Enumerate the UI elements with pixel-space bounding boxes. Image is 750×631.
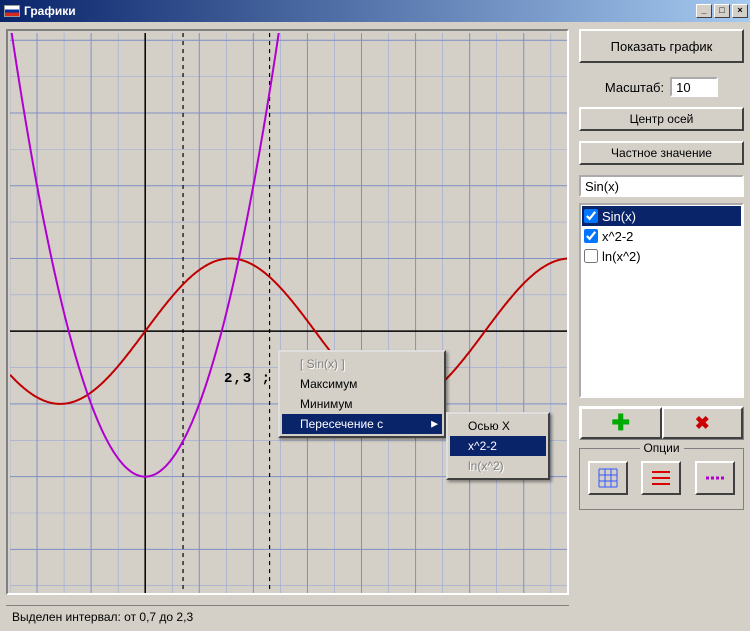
submenu-arrow-icon: ▶ [431,419,438,430]
list-checkbox[interactable] [584,209,598,223]
flag-icon [4,5,20,17]
grid-icon [597,467,619,489]
plus-icon: ✚ [612,410,630,436]
side-panel: Показать график Масштаб: Центр осей Част… [579,29,744,510]
menu-item[interactable]: Пересечение с▶ [282,414,442,434]
list-item-label: ln(x^2) [602,249,641,264]
formula-input[interactable]: Sin(x) [579,175,744,197]
menu-item[interactable]: Максимум [282,374,442,394]
list-toolbar: ✚ ✖ [579,406,744,440]
lines-option-button[interactable] [641,461,681,495]
list-item[interactable]: Sin(x) [582,206,741,226]
scale-row: Масштаб: [579,77,744,97]
list-item[interactable]: ln(x^2) [582,246,741,266]
context-submenu[interactable]: Осью Xx^2-2ln(x^2) [446,412,550,480]
titlebar: Графики _ □ × [0,0,750,22]
options-fieldset: Опции [579,448,744,510]
dashed-option-button[interactable] [695,461,735,495]
show-graph-button[interactable]: Показать график [579,29,744,63]
cross-icon: ✖ [695,413,710,434]
list-checkbox[interactable] [584,249,598,263]
menu-item[interactable]: Осью X [450,416,546,436]
coord-label: 2,3 ; [224,371,271,387]
lines-icon [650,467,672,489]
plot-frame: 2,3 ; [6,29,569,595]
scale-input[interactable] [670,77,718,97]
statusbar: Выделен интервал: от 0,7 до 2,3 [6,605,569,627]
context-menu[interactable]: [ Sin(x) ]МаксимумМинимумПересечение с▶ [278,350,446,438]
point-value-button[interactable]: Частное значение [579,141,744,165]
minimize-button[interactable]: _ [696,4,712,18]
menu-item: ln(x^2) [450,456,546,476]
options-legend: Опции [639,441,683,455]
plot-canvas[interactable]: 2,3 ; [10,33,567,593]
grid-option-button[interactable] [588,461,628,495]
center-axes-button[interactable]: Центр осей [579,107,744,131]
list-item-label: Sin(x) [602,209,636,224]
delete-button[interactable]: ✖ [662,407,744,439]
menu-item: [ Sin(x) ] [282,354,442,374]
list-item-label: x^2-2 [602,229,633,244]
menu-item[interactable]: x^2-2 [450,436,546,456]
scale-label: Масштаб: [605,80,664,95]
list-item[interactable]: x^2-2 [582,226,741,246]
add-button[interactable]: ✚ [580,407,662,439]
function-listbox[interactable]: Sin(x) x^2-2 ln(x^2) [579,203,744,398]
menu-item[interactable]: Минимум [282,394,442,414]
window-title: Графики [24,4,696,18]
close-button[interactable]: × [732,4,748,18]
status-text: Выделен интервал: от 0,7 до 2,3 [12,610,193,624]
window-buttons: _ □ × [696,4,748,18]
list-checkbox[interactable] [584,229,598,243]
maximize-button[interactable]: □ [714,4,730,18]
dashed-icon [704,467,726,489]
